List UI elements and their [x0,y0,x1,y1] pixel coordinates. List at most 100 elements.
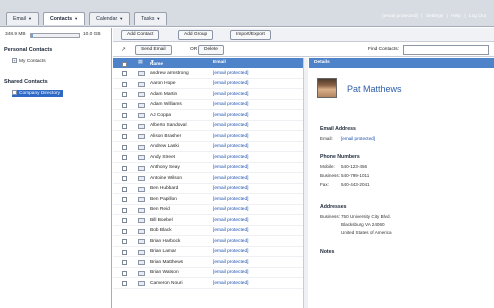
user-email: [email protected] [382,14,418,19]
table-row[interactable]: Brian Harbock [email protected] [113,236,303,247]
list-scrollbar[interactable] [303,58,308,308]
row-checkbox[interactable] [122,165,127,171]
row-checkbox[interactable] [122,71,127,76]
select-all-checkbox[interactable] [122,62,127,67]
contact-email-link[interactable]: [email protected] [213,144,248,149]
personal-contacts-title: Personal Contacts [4,47,53,53]
settings-link[interactable]: Settings [426,14,443,19]
table-row[interactable]: Ben Reid [email protected] [113,205,303,215]
contact-email-link[interactable]: [email protected] [213,81,248,86]
field-key: Email: [320,136,333,141]
sidebar-item-company-directory[interactable]: + Company Directory [12,90,64,97]
tab-tasks[interactable]: Tasks ▼ [134,12,168,25]
contact-email-link[interactable]: [email protected] [213,71,248,76]
column-header-name[interactable]: Name ▼ [150,60,163,67]
contact-email-link[interactable]: [email protected] [213,176,248,181]
tab-contacts[interactable]: Contacts ▼ [42,12,86,25]
table-row[interactable]: Alberto Sandoval [email protected] [113,121,303,131]
send-email-button[interactable]: Send Email [135,45,172,55]
contact-email-link[interactable]: [email protected] [213,92,248,97]
table-row[interactable]: Bob Black [email protected] [113,226,303,236]
row-checkbox[interactable] [122,92,127,97]
delete-button[interactable]: Delete [198,45,224,55]
contact-email-link[interactable]: [email protected] [213,113,248,118]
contact-card-icon [138,281,145,286]
row-checkbox[interactable] [122,155,127,160]
table-row[interactable]: Andrew Laski [email protected] [113,142,303,152]
table-row[interactable]: Brian Lamar [email protected] [113,247,303,257]
row-checkbox[interactable] [122,134,127,139]
find-contacts-input[interactable] [403,45,489,55]
row-checkbox[interactable] [122,218,127,223]
contact-name-cell: Brian Lamar [150,249,177,254]
row-checkbox[interactable] [122,113,127,118]
contact-email-link[interactable]: [email protected] [213,102,248,107]
shared-contacts-title: Shared Contacts [4,79,48,85]
row-checkbox[interactable] [122,207,127,213]
contact-email-link[interactable]: [email protected] [213,281,248,286]
avatar [317,78,337,98]
contact-email-link[interactable]: [email protected] [213,218,248,223]
contact-name: Pat Matthews [347,84,402,94]
contact-card-icon [138,260,145,265]
chevron-down-icon: ▼ [119,16,124,21]
row-checkbox[interactable] [122,228,127,234]
row-checkbox[interactable] [122,281,127,286]
table-row[interactable]: andrew armstrong [email protected] [113,68,303,79]
contact-email-link[interactable]: [email protected] [213,228,248,233]
row-checkbox[interactable] [122,239,127,244]
expand-icon[interactable]: + [12,90,17,96]
contact-email-link[interactable]: [email protected] [213,134,248,139]
logout-link[interactable]: Log Out [469,14,486,19]
tab-email[interactable]: Email ▼ [6,12,39,25]
contact-email-link[interactable]: [email protected] [213,270,248,275]
add-group-button[interactable]: Add Group [178,30,214,40]
email-link[interactable]: [email protected] [341,136,375,141]
table-row[interactable]: Adam Williams [email protected] [113,100,303,110]
add-contact-button[interactable]: Add Contact [121,30,160,40]
table-row[interactable]: Brian Matthews [email protected] [113,257,303,268]
row-checkbox[interactable] [122,144,127,150]
help-link[interactable]: Help [451,14,461,19]
contact-email-link[interactable]: [email protected] [213,197,248,202]
contact-email-link[interactable]: [email protected] [213,207,248,212]
sidebar-item-my-contacts[interactable]: + My Contacts [12,58,46,65]
row-checkbox[interactable] [122,176,127,181]
contact-email-link[interactable]: [email protected] [213,155,248,160]
table-row[interactable]: Cameron Nouri [email protected] [113,278,303,289]
field-key: Business: [320,173,340,178]
table-row[interactable]: Brian Watson [email protected] [113,268,303,278]
table-row[interactable]: Ben Papillon [email protected] [113,194,303,205]
table-row[interactable]: Alison Brasher [email protected] [113,131,303,142]
contact-email-link[interactable]: [email protected] [213,165,248,170]
table-row[interactable]: Andy Street [email protected] [113,152,303,163]
contact-email-link[interactable]: [email protected] [213,239,248,244]
contact-email-link[interactable]: [email protected] [213,123,248,128]
table-row[interactable]: Antoine Wilson [email protected] [113,173,303,184]
row-checkbox[interactable] [122,249,127,255]
contact-card-icon [138,165,145,171]
table-row[interactable]: Anthony Seay [email protected] [113,163,303,173]
table-row[interactable]: AJ Coppa [email protected] [113,110,303,121]
table-row[interactable]: Bill Boebel [email protected] [113,215,303,226]
row-checkbox[interactable] [122,186,127,192]
contact-email-link[interactable]: [email protected] [213,260,248,265]
table-row[interactable]: Adam Martin [email protected] [113,89,303,100]
table-row[interactable]: Aaron Hope [email protected] [113,79,303,89]
table-row[interactable]: Ben Hubbard [email protected] [113,184,303,194]
row-checkbox[interactable] [122,102,127,108]
tab-calendar[interactable]: Calendar ▼ [89,12,131,25]
row-checkbox[interactable] [122,270,127,276]
contact-email-link[interactable]: [email protected] [213,186,248,191]
import-export-button[interactable]: Import/Export [230,30,271,40]
row-checkbox[interactable] [122,260,127,265]
row-checkbox[interactable] [122,197,127,202]
row-checkbox[interactable] [122,81,127,87]
contact-name-cell: Alberto Sandoval [150,123,187,128]
row-checkbox[interactable] [122,123,127,129]
contact-email-link[interactable]: [email protected] [213,249,248,254]
expand-icon[interactable]: + [12,58,17,64]
column-header-email[interactable]: Email [213,60,226,65]
phone-numbers-title: Phone Numbers [320,154,360,160]
separator: | [421,14,423,19]
